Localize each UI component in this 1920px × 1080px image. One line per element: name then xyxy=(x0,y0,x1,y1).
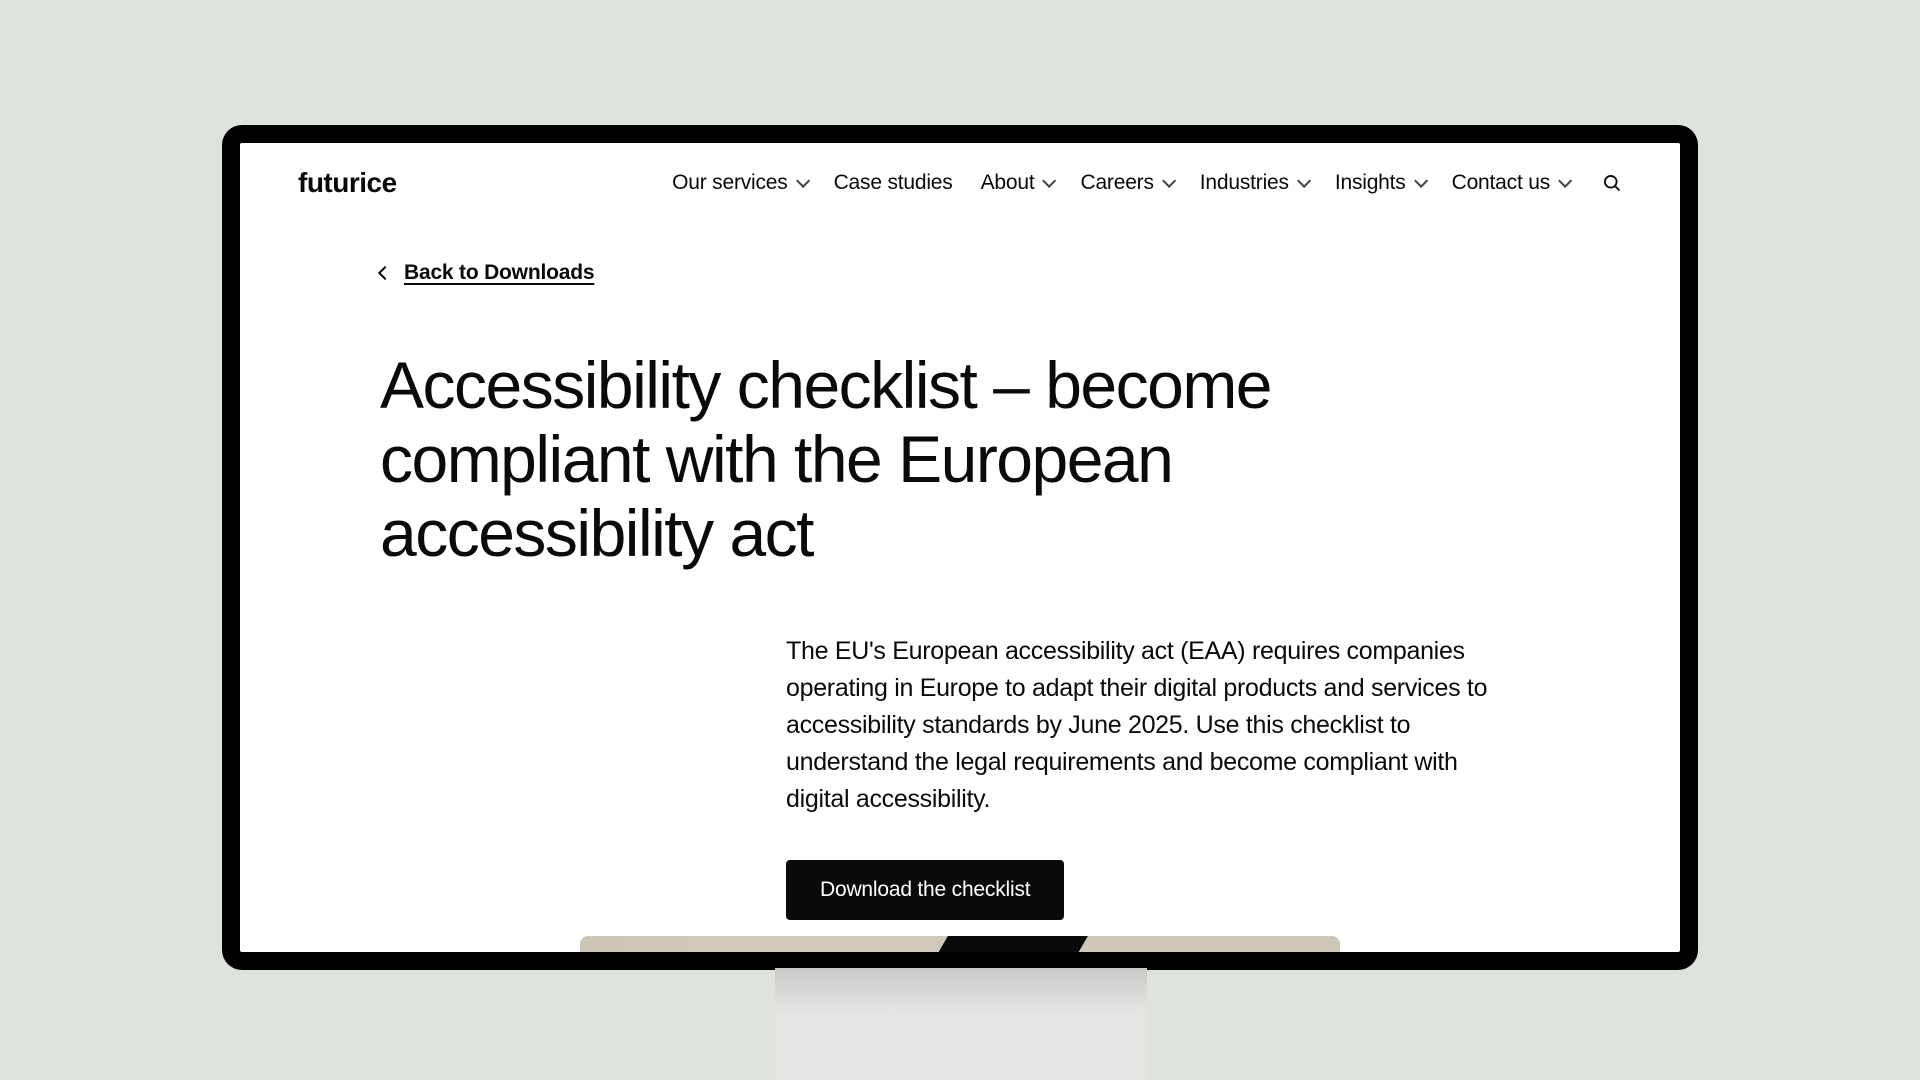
nav-label: Contact us xyxy=(1452,171,1550,195)
download-checklist-button[interactable]: Download the checklist xyxy=(786,860,1064,920)
nav-contact-us[interactable]: Contact us xyxy=(1452,171,1568,195)
hero-image-peek xyxy=(580,936,1340,952)
body-copy: The EU's European accessibility act (EAA… xyxy=(786,633,1526,818)
chevron-left-icon xyxy=(378,266,392,280)
nav-label: Our services xyxy=(672,171,787,195)
nav-our-services[interactable]: Our services xyxy=(672,171,805,195)
content-area: Back to Downloads Accessibility checklis… xyxy=(240,223,1680,920)
nav-items: Our services Case studies About Careers … xyxy=(672,171,1622,195)
chevron-down-icon xyxy=(1043,174,1057,188)
brand-logo[interactable]: futurice xyxy=(298,167,397,199)
search-button[interactable] xyxy=(1602,173,1622,193)
back-link-label: Back to Downloads xyxy=(404,261,594,285)
nav-label: Careers xyxy=(1080,171,1153,195)
nav-careers[interactable]: Careers xyxy=(1080,171,1171,195)
nav-label: Case studies xyxy=(834,171,953,195)
nav-case-studies[interactable]: Case studies xyxy=(834,171,953,195)
nav-label: Insights xyxy=(1335,171,1406,195)
page-title: Accessibility checklist – become complia… xyxy=(380,349,1280,571)
back-to-downloads-link[interactable]: Back to Downloads xyxy=(380,261,594,285)
monitor-stand xyxy=(775,968,1147,1080)
chevron-down-icon xyxy=(1558,174,1572,188)
chevron-down-icon xyxy=(1162,174,1176,188)
chevron-down-icon xyxy=(1414,174,1428,188)
monitor-frame: futurice Our services Case studies About… xyxy=(222,125,1698,970)
monitor-screen: futurice Our services Case studies About… xyxy=(240,143,1680,952)
search-icon xyxy=(1602,173,1622,193)
nav-label: Industries xyxy=(1200,171,1289,195)
nav-label: About xyxy=(981,171,1035,195)
navbar: futurice Our services Case studies About… xyxy=(240,143,1680,223)
nav-insights[interactable]: Insights xyxy=(1335,171,1424,195)
nav-industries[interactable]: Industries xyxy=(1200,171,1307,195)
chevron-down-icon xyxy=(1297,174,1311,188)
chevron-down-icon xyxy=(796,174,810,188)
nav-about[interactable]: About xyxy=(981,171,1053,195)
